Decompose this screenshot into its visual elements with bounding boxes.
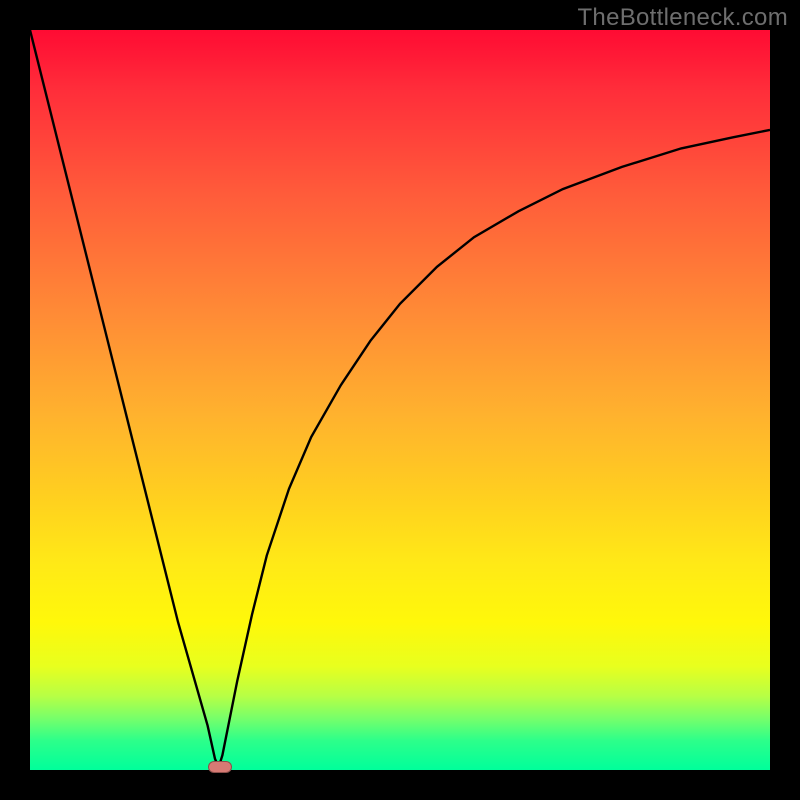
- curve-right-branch: [219, 130, 770, 767]
- chart-curve-layer: [30, 30, 770, 770]
- curve-min-marker: [208, 761, 232, 773]
- chart-frame: TheBottleneck.com: [0, 0, 800, 800]
- curve-left-branch: [30, 30, 219, 767]
- watermark-text: TheBottleneck.com: [577, 4, 788, 32]
- chart-plot-area: [30, 30, 770, 770]
